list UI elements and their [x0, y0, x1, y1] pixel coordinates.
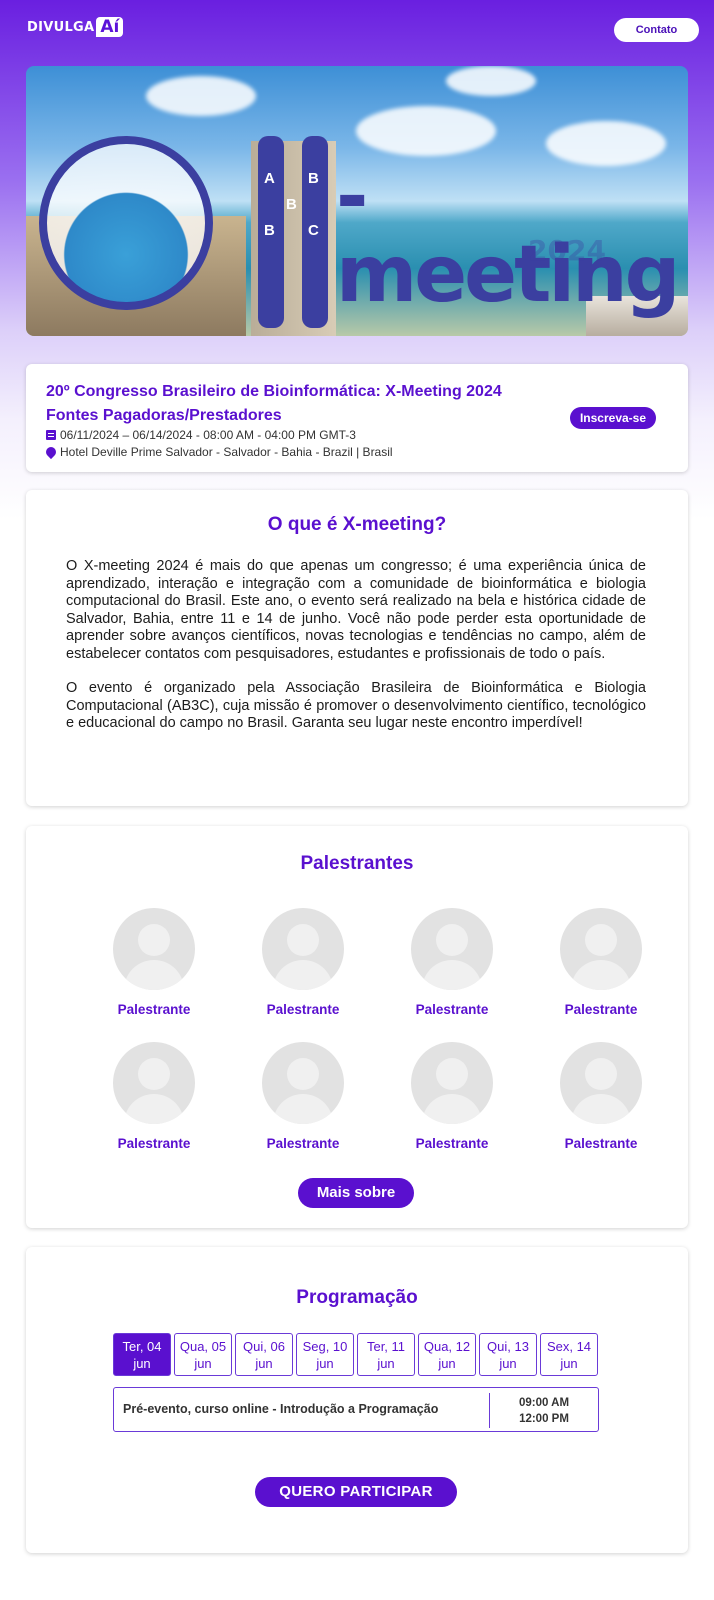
session-item[interactable]: Pré-evento, curso online - Introdução a …	[113, 1387, 599, 1432]
logo-letter: B	[286, 196, 297, 213]
speaker-item[interactable]: Palestrante	[243, 1042, 363, 1151]
day-tab[interactable]: Qua, 05 jun	[174, 1333, 232, 1376]
speaker-name: Palestrante	[266, 1136, 340, 1151]
speaker-name: Palestrante	[415, 1136, 489, 1151]
logo-letter: B	[264, 222, 275, 239]
logo-letter: A	[264, 170, 275, 187]
day-tab-month: jun	[316, 1356, 334, 1371]
more-about-button[interactable]: Mais sobre	[298, 1178, 414, 1208]
event-date: 06/11/2024 – 06/14/2024 - 08:00 AM - 04:…	[60, 428, 356, 442]
program-card: Programação Ter, 04 jun Qua, 05 jun Qui, 0…	[26, 1247, 688, 1553]
speaker-name: Palestrante	[266, 1002, 340, 1017]
day-tab[interactable]: Qui, 06 jun	[235, 1333, 293, 1376]
about-paragraph: O X-meeting 2024 é mais do que apenas um…	[66, 558, 646, 662]
speaker-name: Palestrante	[564, 1002, 638, 1017]
day-tab[interactable]: Sex, 14 jun	[540, 1333, 598, 1376]
day-tab-month: jun	[377, 1356, 395, 1371]
day-tab[interactable]: Seg, 10 jun	[296, 1333, 354, 1376]
avatar	[262, 1042, 344, 1124]
avatar	[560, 908, 642, 990]
day-tab-month: jun	[499, 1356, 517, 1371]
divulgaai-logo[interactable]: DIVULGA Aí	[27, 17, 124, 37]
day-tab-month: jun	[560, 1356, 578, 1371]
logo-letter: B	[308, 170, 319, 187]
day-tab-date: Qui, 13	[487, 1339, 529, 1354]
day-tab[interactable]: Qua, 12 jun	[418, 1333, 476, 1376]
day-tab-month: jun	[133, 1356, 151, 1371]
speaker-item[interactable]: Palestrante	[392, 1042, 512, 1151]
avatar	[560, 1042, 642, 1124]
avatar	[113, 1042, 195, 1124]
session-start-time: 09:00 AM	[518, 1397, 570, 1409]
day-tab-month: jun	[194, 1356, 212, 1371]
day-tab-date: Qua, 05	[179, 1339, 227, 1354]
day-tab-month: jun	[255, 1356, 273, 1371]
day-tab-date: Seg, 10	[302, 1339, 348, 1354]
speaker-name: Palestrante	[564, 1136, 638, 1151]
about-title: O que é X-meeting?	[267, 514, 447, 535]
speaker-name: Palestrante	[117, 1136, 191, 1151]
event-banner-image: A B B B C -meeting 2024	[26, 66, 688, 336]
day-tab[interactable]: Qui, 13 jun	[479, 1333, 537, 1376]
location-pin-icon	[43, 444, 59, 460]
speaker-item[interactable]: Palestrante	[243, 908, 363, 1017]
day-tab-date: Sex, 14	[546, 1339, 592, 1354]
contact-button[interactable]: Contato	[614, 18, 699, 42]
session-divider	[489, 1393, 490, 1428]
program-title: Programação	[296, 1287, 418, 1308]
day-tab[interactable]: Ter, 11 jun	[357, 1333, 415, 1376]
logo-badge: Aí	[96, 17, 124, 37]
event-info-card: 20º Congresso Brasileiro de Bioinformáti…	[26, 364, 688, 472]
xmeeting-wheel-logo	[39, 136, 213, 310]
subscribe-button[interactable]: Inscreva-se	[570, 407, 656, 429]
event-location-row: Hotel Deville Prime Salvador - Salvador …	[43, 444, 393, 460]
session-end-time: 12:00 PM	[519, 1413, 569, 1425]
day-tab-date: Ter, 04	[122, 1339, 162, 1354]
event-title-line: 20º Congresso Brasileiro de Bioinformáti…	[46, 383, 502, 400]
logo-letter: C	[308, 222, 319, 239]
speaker-name: Palestrante	[415, 1002, 489, 1017]
session-time: 09:00 AM 12:00 PM	[504, 1395, 584, 1427]
top-bar: DIVULGA Aí Contato	[0, 0, 714, 60]
day-tab-month: jun	[438, 1356, 456, 1371]
speaker-item[interactable]: Palestrante	[541, 908, 661, 1017]
xmeeting-x-logo: A B B B C	[258, 136, 328, 328]
about-card: O que é X-meeting? O X-meeting 2024 é ma…	[26, 490, 688, 806]
about-description: O X-meeting 2024 é mais do que apenas um…	[66, 558, 646, 733]
banner-year: 2024	[528, 234, 606, 267]
logo-text: DIVULGA	[27, 19, 95, 35]
session-title: Pré-evento, curso online - Introdução a …	[123, 1402, 439, 1416]
participate-button[interactable]: QUERO PARTICIPAR	[255, 1477, 457, 1507]
speakers-card: Palestrantes Palestrante Palestrante Pal…	[26, 826, 688, 1228]
avatar	[411, 1042, 493, 1124]
day-tab-date: Ter, 11	[366, 1339, 406, 1354]
speaker-item[interactable]: Palestrante	[94, 1042, 214, 1151]
banner-brand-text: -meeting	[336, 152, 680, 320]
speaker-item[interactable]: Palestrante	[392, 908, 512, 1017]
calendar-icon	[46, 430, 56, 440]
event-date-row: 06/11/2024 – 06/14/2024 - 08:00 AM - 04:…	[46, 428, 356, 442]
day-tabs: Ter, 04 jun Qua, 05 jun Qui, 06 jun Seg, 10…	[113, 1333, 598, 1376]
avatar	[113, 908, 195, 990]
day-tab-date: Qua, 12	[423, 1339, 471, 1354]
speaker-name: Palestrante	[117, 1002, 191, 1017]
avatar	[411, 908, 493, 990]
day-tab-date: Qui, 06	[243, 1339, 285, 1354]
avatar	[262, 908, 344, 990]
speaker-item[interactable]: Palestrante	[541, 1042, 661, 1151]
day-tab[interactable]: Ter, 04 jun	[113, 1333, 171, 1376]
speaker-item[interactable]: Palestrante	[94, 908, 214, 1017]
event-subtitle-line: Fontes Pagadoras/Prestadores	[46, 407, 282, 424]
event-location: Hotel Deville Prime Salvador - Salvador …	[60, 445, 393, 459]
event-title: 20º Congresso Brasileiro de Bioinformáti…	[46, 380, 566, 428]
speakers-title: Palestrantes	[300, 853, 414, 874]
about-paragraph: O evento é organizado pela Associação Br…	[66, 680, 646, 731]
